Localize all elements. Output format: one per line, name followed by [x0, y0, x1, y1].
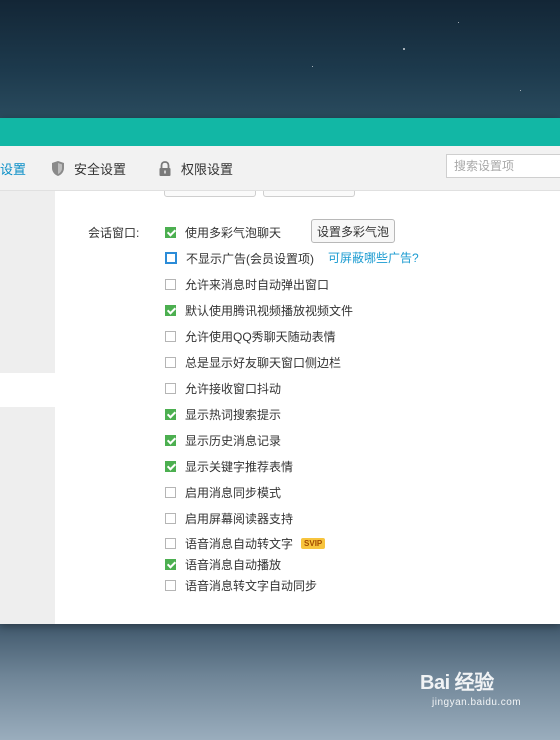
option-checkbox[interactable]	[165, 579, 176, 591]
window-titlebar[interactable]	[0, 118, 560, 146]
option-label: 使用多彩气泡聊天	[185, 225, 282, 240]
option-row[interactable]: 不显示广告(会员设置项)	[165, 249, 314, 267]
option-checkbox[interactable]	[165, 382, 176, 394]
watermark-url: jingyan.baidu.com	[432, 697, 522, 708]
option-row[interactable]: 显示历史消息记录	[165, 431, 281, 449]
option-label: 语音消息自动播放	[185, 557, 282, 572]
desktop-background-top	[0, 0, 560, 118]
option-checkbox[interactable]	[165, 512, 176, 524]
option-row[interactable]: 语音消息自动播放	[165, 555, 281, 573]
scrolled-button-edge	[164, 191, 256, 197]
option-label: 显示历史消息记录	[185, 433, 282, 448]
star-decoration	[403, 48, 405, 50]
option-checkbox[interactable]	[165, 558, 176, 570]
section-label-chat-window: 会话窗口:	[88, 226, 140, 240]
option-checkbox[interactable]	[165, 226, 176, 238]
option-row[interactable]: 启用屏幕阅读器支持	[165, 509, 293, 527]
option-label: 默认使用腾讯视频播放视频文件	[185, 303, 354, 318]
option-row[interactable]: 显示关键字推荐表情	[165, 457, 293, 475]
settings-sidebar	[0, 191, 55, 624]
option-row[interactable]: 允许接收窗口抖动	[165, 379, 281, 397]
option-row[interactable]: 语音消息转文字自动同步	[165, 576, 317, 594]
baidu-jingyan-watermark: Bai 经验 jingyan.baidu.com	[420, 666, 521, 708]
option-label: 语音消息转文字自动同步	[185, 578, 318, 593]
option-checkbox[interactable]	[165, 278, 176, 290]
option-row[interactable]: 语音消息自动转文字 SVIP	[165, 534, 326, 552]
option-checkbox[interactable]	[165, 304, 176, 316]
watermark-logo-text: Bai 经验	[420, 672, 494, 694]
shield-icon	[52, 160, 64, 176]
option-checkbox[interactable]	[165, 252, 177, 264]
settings-toolbar: 设置 安全设置 权限设置	[0, 146, 560, 191]
star-decoration	[312, 66, 313, 67]
tab-label: 权限设置	[181, 161, 234, 177]
sidebar-item-selected[interactable]	[0, 373, 55, 407]
tab-security-settings[interactable]: 安全设置	[50, 146, 126, 190]
option-checkbox[interactable]	[165, 330, 176, 342]
option-row[interactable]: 显示热词搜索提示	[165, 405, 281, 423]
option-label: 启用屏幕阅读器支持	[185, 511, 294, 526]
option-label: 启用消息同步模式	[185, 485, 282, 500]
watermark-logo: Bai 经验	[420, 666, 521, 695]
star-decoration	[520, 90, 521, 91]
option-label: 显示关键字推荐表情	[185, 459, 294, 474]
option-row[interactable]: 允许来消息时自动弹出窗口	[165, 275, 329, 293]
option-label: 允许接收窗口抖动	[185, 381, 282, 396]
option-checkbox[interactable]	[165, 356, 176, 368]
option-row[interactable]: 默认使用腾讯视频播放视频文件	[165, 301, 353, 319]
option-checkbox[interactable]	[165, 537, 176, 549]
option-row[interactable]: 允许使用QQ秀聊天随动表情	[165, 327, 336, 345]
tab-general-settings[interactable]: 设置	[0, 146, 26, 190]
settings-window: 设置 安全设置 权限设置 会话窗口: 使用多彩气泡聊天不显示广告(会员设置项) 允…	[0, 118, 560, 624]
set-bubble-button[interactable]: 设置多彩气泡	[311, 219, 396, 243]
option-checkbox[interactable]	[165, 486, 176, 498]
option-checkbox[interactable]	[165, 408, 176, 420]
option-checkbox[interactable]	[165, 434, 176, 446]
scrolled-button-edge	[263, 191, 355, 197]
option-label: 语音消息自动转文字	[185, 536, 294, 551]
tab-label: 设置	[0, 161, 27, 177]
ad-info-link[interactable]: 可屏蔽哪些广告?	[328, 249, 419, 266]
tab-label: 安全设置	[74, 161, 127, 177]
option-row[interactable]: 总是显示好友聊天窗口侧边栏	[165, 353, 341, 371]
option-label: 允许使用QQ秀聊天随动表情	[185, 329, 336, 344]
option-label: 允许来消息时自动弹出窗口	[185, 277, 330, 292]
svip-badge: SVIP	[301, 537, 326, 549]
lock-icon	[159, 160, 171, 176]
option-row[interactable]: 启用消息同步模式	[165, 483, 281, 501]
option-row[interactable]: 使用多彩气泡聊天	[165, 223, 281, 241]
tab-permission-settings[interactable]: 权限设置	[157, 146, 233, 190]
option-label: 不显示广告(会员设置项)	[186, 251, 314, 266]
option-label: 总是显示好友聊天窗口侧边栏	[185, 355, 342, 370]
option-label: 显示热词搜索提示	[185, 407, 282, 422]
option-checkbox[interactable]	[165, 460, 176, 472]
search-settings-input[interactable]	[446, 154, 560, 178]
star-decoration	[458, 22, 459, 23]
